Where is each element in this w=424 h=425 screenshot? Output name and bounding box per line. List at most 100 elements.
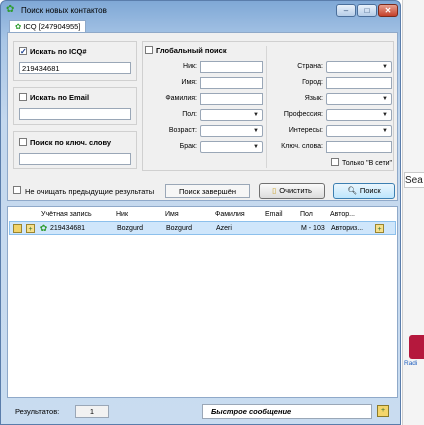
search-criteria-panel: ✓ Искать по ICQ# 219434681 Искать по Emai… bbox=[7, 32, 398, 201]
keep-results-checkbox[interactable] bbox=[13, 186, 24, 195]
column-header-account[interactable]: Учётная запись bbox=[41, 211, 92, 218]
checkbox-icon bbox=[19, 138, 27, 147]
add-contact-icon[interactable]: + bbox=[377, 405, 389, 417]
sex-select[interactable]: ▼ bbox=[200, 109, 263, 121]
search-button[interactable]: 🔍︎ Поиск bbox=[333, 183, 395, 199]
radio-app-label: Radi bbox=[404, 360, 418, 367]
contact-card-icon bbox=[13, 224, 22, 233]
age-label: Возраст: bbox=[168, 127, 197, 134]
global-search-label: Глобальный поиск bbox=[156, 46, 227, 55]
firstname-input[interactable] bbox=[200, 77, 263, 89]
clear-button-label: Очистить bbox=[279, 186, 312, 195]
online-only-label: Только "В сети" bbox=[342, 159, 393, 167]
keyword-input[interactable] bbox=[19, 153, 131, 165]
checkbox-icon bbox=[13, 186, 21, 195]
keep-results-label: Не очищать предыдущие результаты bbox=[25, 187, 155, 196]
background-search-field[interactable]: Sea bbox=[404, 172, 424, 188]
icq-search-label: Искать по ICQ# bbox=[30, 47, 87, 56]
window-title: Поиск новых контактов bbox=[21, 6, 107, 15]
city-input[interactable] bbox=[326, 77, 392, 89]
icq-search-checkbox[interactable]: ✓ Искать по ICQ# bbox=[19, 47, 87, 56]
minimize-button[interactable]: – bbox=[336, 4, 356, 17]
checkbox-icon bbox=[145, 46, 153, 55]
marital-select[interactable]: ▼ bbox=[200, 141, 263, 153]
document-icon: ▯ bbox=[272, 186, 277, 195]
profession-select[interactable]: ▼ bbox=[326, 109, 392, 121]
account-cell: 219434681 bbox=[50, 225, 86, 232]
interests-select[interactable]: ▼ bbox=[326, 125, 392, 137]
table-row[interactable]: + ✿ 219434681 Bozgurd Bozgurd Azeri M - … bbox=[9, 221, 396, 235]
results-count: 1 bbox=[75, 405, 109, 418]
column-header-email[interactable]: Email bbox=[265, 211, 283, 218]
marital-label: Брак: bbox=[179, 143, 197, 150]
email-search-checkbox[interactable]: Искать по Email bbox=[19, 93, 89, 102]
checkbox-icon bbox=[19, 93, 27, 102]
email-input[interactable] bbox=[19, 108, 131, 120]
column-header-last-name[interactable]: Фамилия bbox=[215, 211, 245, 218]
online-only-checkbox[interactable]: Только "В сети" bbox=[331, 158, 393, 167]
email-search-group: Искать по Email bbox=[13, 87, 137, 125]
language-label: Язык: bbox=[304, 95, 323, 102]
title-bar[interactable]: ✿ Поиск новых контактов – □ ✕ bbox=[1, 1, 400, 21]
lastname-label: Фамилия: bbox=[165, 95, 197, 102]
quick-message-field[interactable]: Быстрое сообщение bbox=[202, 404, 372, 419]
global-search-checkbox[interactable]: Глобальный поиск bbox=[145, 46, 227, 55]
column-header-sex-age[interactable]: Пол bbox=[300, 211, 313, 218]
tab-label: ICQ [247904955] bbox=[23, 22, 81, 31]
search-button-label: Поиск bbox=[359, 186, 381, 195]
results-list[interactable]: Учётная запись Ник Имя Фамилия Email Пол… bbox=[7, 206, 398, 398]
nick-label: Ник: bbox=[183, 63, 197, 70]
dropdown-arrow-icon: ▼ bbox=[382, 128, 388, 134]
icq-search-group: ✓ Искать по ICQ# 219434681 bbox=[13, 41, 137, 81]
results-count-label: Результатов: bbox=[15, 407, 60, 416]
search-contacts-window: ✿ Поиск новых контактов – □ ✕ ✿ ICQ [2479… bbox=[0, 0, 401, 425]
flower-icon: ✿ bbox=[6, 4, 15, 15]
firstname-label: Имя: bbox=[181, 79, 197, 86]
add-contact-icon[interactable]: + bbox=[26, 224, 35, 233]
dropdown-arrow-icon: ▼ bbox=[382, 64, 388, 70]
dropdown-arrow-icon: ▼ bbox=[382, 112, 388, 118]
sex-label: Пол: bbox=[182, 111, 197, 118]
clear-button[interactable]: ▯ Очистить bbox=[259, 183, 325, 199]
search-status: Поиск завершён bbox=[165, 184, 250, 198]
column-header-first-name[interactable]: Имя bbox=[165, 211, 179, 218]
first-name-cell: Bozgurd bbox=[166, 225, 193, 232]
checkbox-icon bbox=[331, 158, 339, 166]
keyword-search-group: Поиск по ключ. слову bbox=[13, 131, 137, 169]
keyword-search-label: Поиск по ключ. слову bbox=[30, 138, 112, 147]
status-bar: Результатов: 1 Быстрое сообщение + bbox=[7, 401, 398, 423]
column-header-nick[interactable]: Ник bbox=[116, 211, 128, 218]
checkbox-checked-icon: ✓ bbox=[19, 47, 27, 57]
keywords-label: Ключ. слова: bbox=[281, 143, 323, 150]
auth-cell: Авториз... bbox=[331, 225, 364, 232]
interests-label: Интересы: bbox=[288, 127, 323, 134]
flower-icon: ✿ bbox=[15, 22, 22, 31]
age-select[interactable]: ▼ bbox=[200, 125, 263, 137]
dropdown-arrow-icon: ▼ bbox=[253, 144, 259, 150]
nick-input[interactable] bbox=[200, 61, 263, 73]
language-select[interactable]: ▼ bbox=[326, 93, 392, 105]
icq-number-input[interactable]: 219434681 bbox=[19, 62, 131, 74]
lastname-input[interactable] bbox=[200, 93, 263, 105]
country-select[interactable]: ▼ bbox=[326, 61, 392, 73]
dropdown-arrow-icon: ▼ bbox=[253, 128, 259, 134]
column-header-auth[interactable]: Автор... bbox=[330, 211, 355, 218]
global-search-group: Глобальный поиск Ник: Имя: Фамилия: Пол:… bbox=[142, 41, 394, 171]
search-icon: 🔍︎ bbox=[347, 186, 357, 195]
profession-label: Профессия: bbox=[283, 111, 323, 118]
last-name-cell: Azeri bbox=[216, 225, 232, 232]
dropdown-arrow-icon: ▼ bbox=[382, 96, 388, 102]
nick-cell: Bozgurd bbox=[117, 225, 144, 232]
keyword-search-checkbox[interactable]: Поиск по ключ. слову bbox=[19, 138, 111, 147]
flower-icon: ✿ bbox=[39, 223, 48, 233]
sex-age-cell: M - 103 bbox=[301, 225, 325, 232]
dropdown-arrow-icon: ▼ bbox=[253, 112, 259, 118]
radio-app-icon[interactable] bbox=[409, 335, 424, 359]
add-contact-icon[interactable]: + bbox=[375, 224, 384, 233]
maximize-button[interactable]: □ bbox=[357, 4, 377, 17]
country-label: Страна: bbox=[297, 63, 323, 70]
city-label: Город: bbox=[302, 79, 323, 86]
keywords-input[interactable] bbox=[326, 141, 392, 153]
close-button[interactable]: ✕ bbox=[378, 4, 398, 17]
divider bbox=[266, 46, 267, 168]
